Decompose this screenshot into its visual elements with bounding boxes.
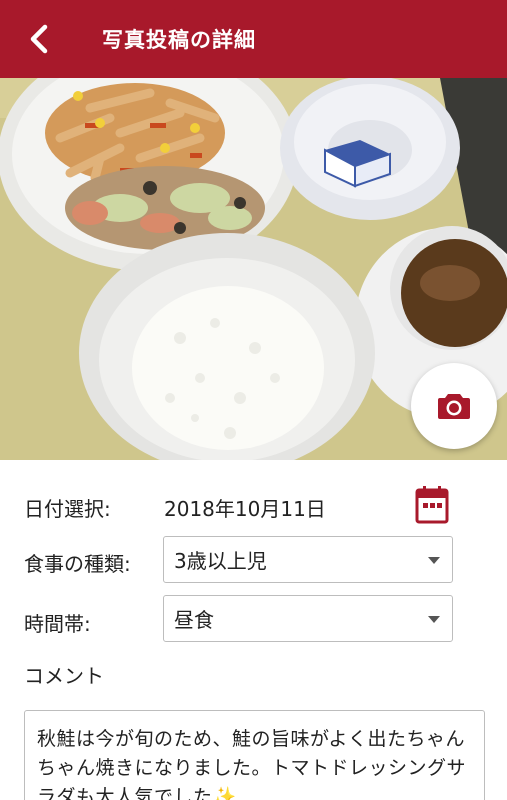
time-value: 昼食 [174, 608, 214, 632]
date-value: 2018年10月11日 [164, 497, 326, 521]
comment-label: コメント [24, 664, 104, 688]
calendar-button[interactable] [414, 484, 450, 524]
sparkle-emoji: ✨ [212, 786, 237, 800]
meal-type-value: 3歳以上児 [174, 549, 267, 573]
dropdown-caret-icon [428, 557, 440, 564]
calendar-icon [415, 486, 449, 524]
back-button[interactable] [0, 0, 78, 78]
time-label: 時間帯: [24, 612, 91, 636]
post-detail-form: 日付選択: 2018年10月11日 食事の種類: 3歳以上児 時間帯: 昼食 コ… [0, 460, 507, 800]
comment-textarea[interactable]: 秋鮭は今が旬のため、鮭の旨味がよく出たちゃんちゃん焼きになりました。トマトドレッ… [24, 710, 485, 800]
app-bar: 写真投稿の詳細 [0, 0, 507, 78]
comment-text: 秋鮭は今が旬のため、鮭の旨味がよく出たちゃんちゃん焼きになりました。トマトドレッ… [37, 728, 467, 800]
chevron-left-icon [30, 24, 48, 54]
page-title: 写真投稿の詳細 [102, 28, 256, 52]
date-label: 日付選択: [24, 497, 111, 521]
dropdown-caret-icon [428, 616, 440, 623]
time-select[interactable]: 昼食 [163, 595, 453, 642]
meal-type-select[interactable]: 3歳以上児 [163, 536, 453, 583]
camera-button[interactable] [411, 363, 497, 449]
meal-type-label: 食事の種類: [24, 552, 131, 576]
camera-icon [438, 394, 470, 419]
